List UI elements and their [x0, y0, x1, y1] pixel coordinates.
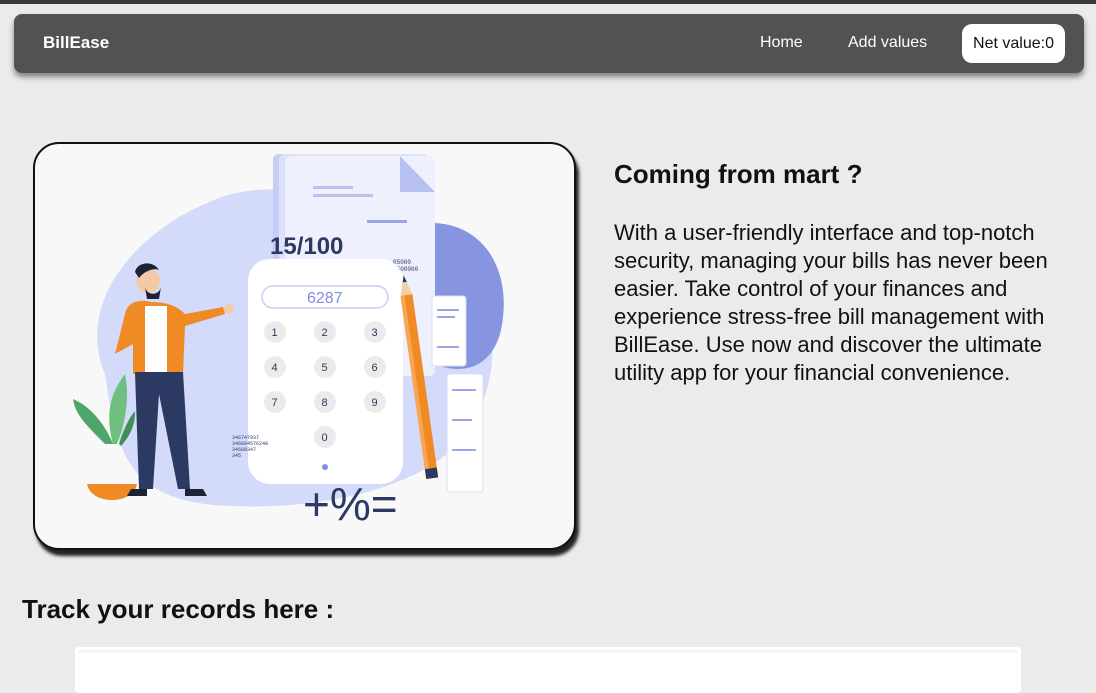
- fraction-text: 15/100: [270, 233, 343, 260]
- small-receipt-1: [431, 295, 467, 367]
- receipt-number: 345: [232, 453, 241, 459]
- calculator-display-value: 6287: [307, 290, 343, 307]
- key-5: 5: [322, 362, 328, 374]
- key-6: 6: [372, 362, 378, 374]
- key-9: 9: [372, 397, 378, 409]
- key-2: 2: [322, 327, 328, 339]
- key-3: 3: [372, 327, 378, 339]
- net-value-badge[interactable]: Net value:0: [962, 24, 1065, 63]
- math-symbols: +%=: [303, 478, 398, 530]
- key-8: 8: [322, 397, 328, 409]
- records-title: Track your records here :: [22, 594, 335, 624]
- top-border: [0, 0, 1096, 4]
- key-1: 1: [272, 327, 278, 339]
- nav-link-add-values[interactable]: Add values: [848, 34, 927, 52]
- calculator-illustration: 15/100 05000 1500000 70 5000 6287 1 2 3 …: [73, 154, 504, 530]
- hero-title: Coming from mart ?: [614, 159, 863, 189]
- key-7: 7: [272, 397, 278, 409]
- key-0: 0: [322, 432, 328, 444]
- navbar: BillEase Home Add values Net value:0: [14, 14, 1084, 73]
- hero-illustration-card: 15/100 05000 1500000 70 5000 6287 1 2 3 …: [33, 142, 576, 550]
- hero-description: With a user-friendly interface and top-n…: [614, 220, 1048, 385]
- brand-logo[interactable]: BillEase: [43, 33, 109, 53]
- calculator-dot: [322, 464, 328, 470]
- nav-link-home[interactable]: Home: [760, 34, 803, 52]
- records-container: [75, 647, 1021, 693]
- key-4: 4: [272, 362, 278, 374]
- small-receipt-2: [446, 373, 484, 493]
